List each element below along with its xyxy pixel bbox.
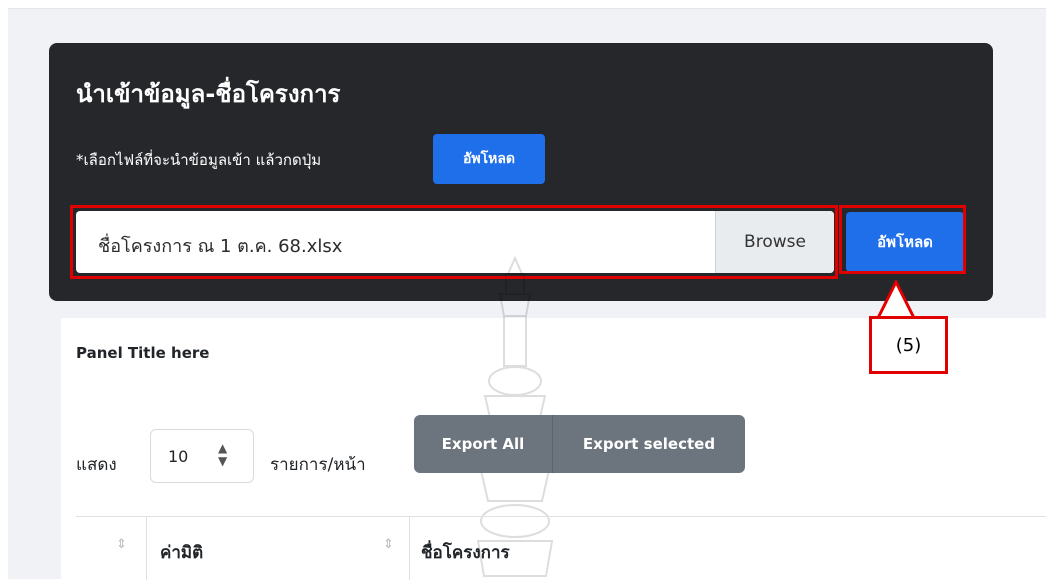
select-arrows-icon: ▲ ▼ [218, 441, 228, 468]
show-label: แสดง [76, 455, 117, 475]
browse-button[interactable]: Browse [715, 211, 834, 273]
upload-button[interactable]: อัพโหลด [846, 212, 964, 272]
column-header-project-name[interactable]: ชื่อโครงการ [409, 517, 1046, 580]
sort-icon[interactable]: ⇕ [383, 537, 394, 552]
page-title: นำเข้าข้อมูล-ชื่อโครงการ [76, 80, 341, 108]
column-header-label: ชื่อโครงการ [421, 543, 510, 563]
per-page-label: รายการ/หน้า [270, 455, 366, 475]
page-length-value: 10 [168, 447, 189, 466]
top-divider [8, 8, 1046, 9]
export-selected-button[interactable]: Export selected [553, 415, 745, 473]
callout-arrow-icon [876, 280, 916, 320]
export-button-group: Export All Export selected [414, 415, 745, 473]
sort-icon[interactable]: ⇕ [116, 537, 127, 552]
page-length-select[interactable]: 10 ▲ ▼ [150, 429, 254, 483]
column-header-select[interactable]: ⇕ [76, 517, 147, 580]
file-name-field[interactable]: ชื่อโครงการ ณ 1 ต.ค. 68.xlsx [98, 231, 342, 260]
hint-upload-button[interactable]: อัพโหลด [433, 134, 545, 184]
callout-label: (5) [869, 316, 948, 374]
export-all-button[interactable]: Export All [414, 415, 552, 473]
column-header-label: ค่ามิติ [160, 543, 204, 563]
upload-hint-text: *เลือกไฟล์ที่จะนำข้อมูลเข้า แล้วกดปุ่ม [76, 151, 322, 169]
column-header-dimension[interactable]: ค่ามิติ ⇕ [146, 517, 410, 580]
panel-title: Panel Title here [76, 344, 210, 362]
file-input-group[interactable]: ชื่อโครงการ ณ 1 ต.ค. 68.xlsx Browse [76, 211, 834, 273]
table-header: ⇕ ค่ามิติ ⇕ ชื่อโครงการ [76, 516, 1046, 580]
